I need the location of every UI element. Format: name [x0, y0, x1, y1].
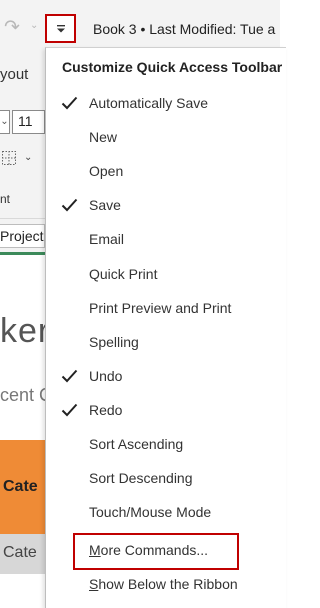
menu-item-quick-print[interactable]: Quick Print: [46, 258, 286, 292]
menu-title: Customize Quick Access Toolbar: [62, 59, 283, 75]
menu-item-label: Sort Descending: [89, 470, 193, 487]
menu-item-label: Redo: [89, 401, 123, 418]
menu-item-label: More Commands...: [89, 542, 208, 558]
category-header-text: Cate: [3, 478, 38, 495]
checkmark-icon: [61, 403, 78, 417]
menu-item-show-below-ribbon[interactable]: Show Below the Ribbon: [46, 568, 286, 602]
document-title: Book 3 • Last Modified: Tue a: [93, 21, 276, 37]
menu-item-label: Automatically Save: [89, 95, 209, 111]
menu-item-label: Sort Ascending: [89, 436, 184, 452]
checkmark-icon: [61, 369, 78, 383]
label-rest: how Below the Ribbon: [98, 576, 238, 592]
borders-dropdown-icon[interactable]: ⌄: [24, 152, 32, 163]
sheet-tab-project[interactable]: Project: [0, 224, 45, 248]
menu-item-spelling[interactable]: Spelling: [46, 326, 286, 360]
menu-item-label: Print Preview and Print: [89, 299, 232, 316]
menu-item-open[interactable]: Open: [46, 155, 286, 189]
redo-dropdown-icon[interactable]: ⌄: [30, 20, 38, 31]
menu-item-label: New: [89, 129, 118, 146]
menu-item-label: Quick Print: [89, 265, 158, 282]
menu-item-sort-ascending[interactable]: Sort Ascending: [46, 428, 286, 462]
font-size-field[interactable]: 11: [12, 110, 45, 134]
category-cell-text: Cate: [3, 544, 37, 561]
category-cell[interactable]: Cate: [0, 534, 45, 574]
menu-item-touch-mouse-mode[interactable]: Touch/Mouse Mode: [46, 496, 286, 530]
ribbon-tab-layout[interactable]: yout: [0, 66, 28, 83]
menu-item-label: Touch/Mouse Mode: [89, 504, 212, 521]
checkmark-icon: [61, 96, 78, 110]
menu-item-new[interactable]: New: [46, 121, 286, 155]
menu-item-label: Undo: [89, 367, 123, 384]
menu-item-automatically-save[interactable]: Automatically Save: [46, 87, 286, 121]
mnemonic-letter: S: [89, 576, 99, 592]
font-group-label: nt: [0, 192, 11, 206]
menu-item-label: Save: [89, 197, 121, 214]
menu-item-label: Spelling: [89, 333, 139, 350]
menu-item-redo[interactable]: Redo: [46, 394, 286, 428]
customize-qat-button[interactable]: [45, 14, 76, 43]
menu-item-label: Show Below the Ribbon: [89, 576, 238, 592]
customize-qat-menu: Customize Quick Access Toolbar Automatic…: [45, 47, 286, 608]
menu-item-print-preview-and-print[interactable]: Print Preview and Print: [46, 292, 286, 326]
menu-item-undo[interactable]: Undo: [46, 360, 286, 394]
menu-item-label: Email: [89, 231, 125, 248]
menu-item-label: Open: [89, 163, 124, 180]
active-tab-indicator: [0, 252, 45, 255]
category-header-cell[interactable]: Cate: [0, 440, 45, 534]
sheet-title: ker: [0, 312, 51, 350]
menu-item-sort-descending[interactable]: Sort Descending: [46, 462, 286, 496]
font-dropdown[interactable]: ⌄: [0, 110, 10, 134]
checkmark-icon: [61, 198, 78, 212]
borders-icon[interactable]: [2, 151, 16, 165]
menu-item-email[interactable]: Email: [46, 223, 286, 257]
label-rest: ore Commands...: [100, 542, 209, 558]
redo-icon[interactable]: ↷: [4, 16, 20, 39]
menu-item-more-commands[interactable]: More Commands...: [46, 534, 286, 568]
mnemonic-letter: M: [89, 542, 101, 558]
customize-dropdown-icon: [56, 24, 65, 32]
menu-item-save[interactable]: Save: [46, 189, 286, 223]
